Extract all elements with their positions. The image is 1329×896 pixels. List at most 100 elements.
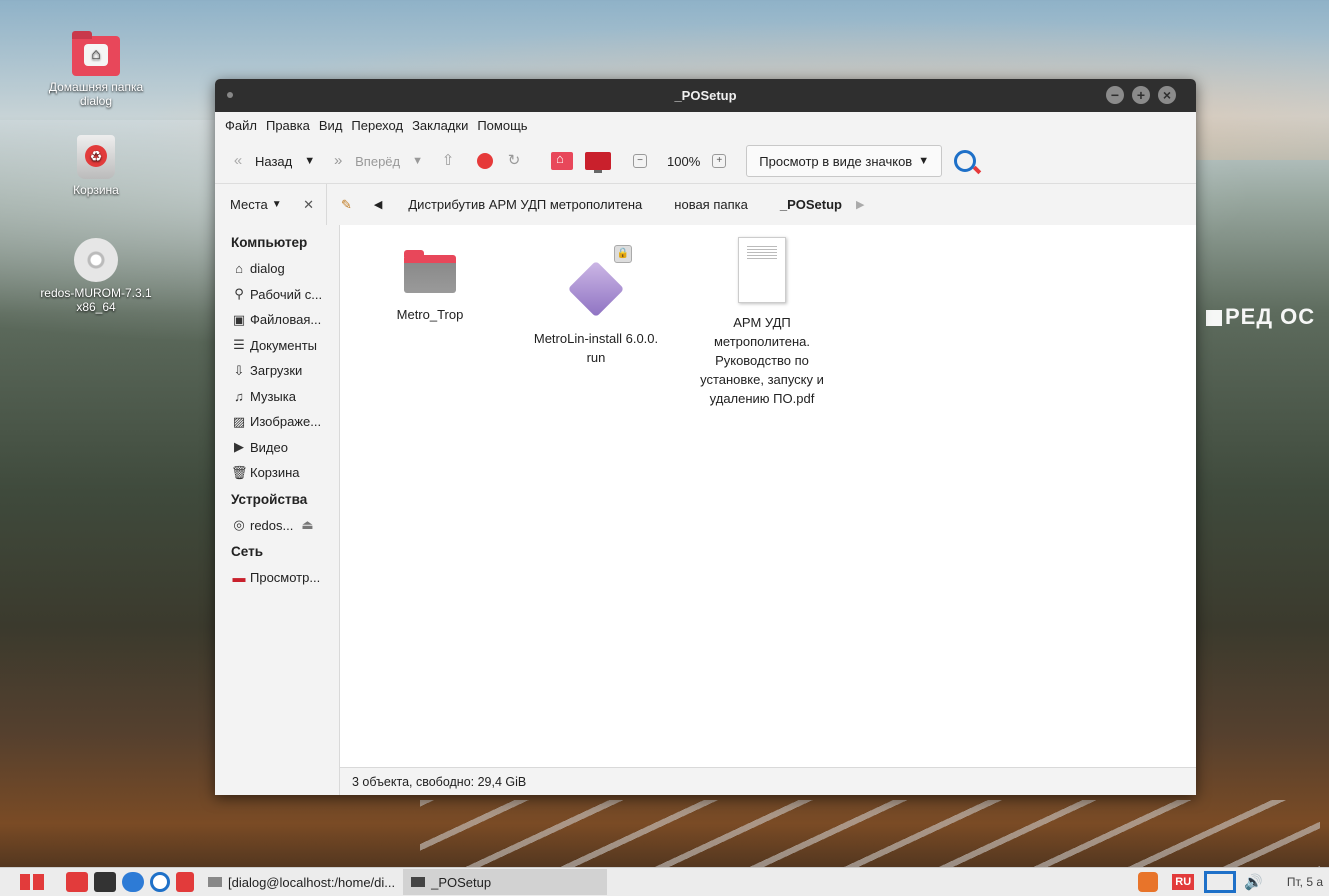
task-label: [dialog@localhost:/home/di...	[228, 874, 396, 890]
start-menu-icon[interactable]	[20, 874, 44, 890]
file-label: АРМ УДП	[733, 315, 791, 330]
desktop-icon-label: dialog	[79, 94, 113, 108]
up-arrow-icon: ⇧	[441, 152, 455, 169]
close-sidebar-icon[interactable]: ✕	[303, 197, 314, 213]
menu-go[interactable]: Переход	[351, 118, 403, 133]
search-launcher-icon[interactable]	[150, 872, 170, 892]
trash-icon: 🗑	[231, 464, 248, 480]
sidebar-item-label: Просмотр...	[250, 570, 321, 586]
desktop-trash[interactable]: ♻ Корзина	[31, 135, 161, 197]
sidebar-item-documents[interactable]: ☰ Документы	[215, 333, 339, 359]
browser-launcher-icon[interactable]	[122, 872, 144, 892]
forward-button[interactable]: » Вперёд	[329, 152, 400, 170]
sidebar-item-pictures[interactable]: ▨ Изображе...	[215, 409, 339, 435]
sidebar-item-filesystem[interactable]: ▣ Файловая...	[215, 307, 339, 333]
chevron-down-icon: ▼	[304, 155, 316, 167]
forward-history-dropdown[interactable]: ▼	[412, 155, 423, 167]
clock[interactable]: Пт, 5 а	[1281, 875, 1329, 889]
file-manager-window: _POSetup − + × Файл Правка Вид Переход З…	[215, 79, 1196, 795]
files-launcher-icon[interactable]	[66, 872, 88, 892]
file-label: run	[586, 350, 606, 365]
sidebar-item-label: Видео	[250, 439, 288, 455]
drive-icon: ▣	[232, 311, 246, 327]
music-icon: ♫	[234, 388, 244, 404]
up-button[interactable]: ⇧	[439, 152, 465, 170]
status-text: 3 объекта, свободно: 29,4 GiB	[352, 774, 527, 789]
window-titlebar[interactable]: _POSetup − + ×	[215, 79, 1196, 112]
view-mode-select[interactable]: Просмотр в виде значков ▼	[746, 145, 943, 177]
crumb-right-arrow-icon[interactable]: ▶	[856, 198, 864, 211]
sidebar-item-label: Музыка	[250, 388, 296, 404]
places-selector[interactable]: Места ▼ ✕	[215, 184, 327, 225]
network-icon: ▬	[232, 570, 246, 586]
sidebar-item-videos[interactable]: ▶ Видео	[215, 435, 339, 461]
crumb-left-arrow-icon[interactable]: ◀	[374, 198, 382, 211]
zoom-out-button[interactable]: −	[633, 154, 655, 168]
file-view[interactable]: Metro_Trop 🔒 MetroLin-install 6.0.0. run…	[340, 225, 1196, 795]
desktop-disc[interactable]: redos-MUROM-7.3.1 x86_64	[31, 238, 161, 314]
search-icon[interactable]	[954, 150, 977, 172]
file-item-package[interactable]: 🔒 MetroLin-install 6.0.0. run	[526, 245, 666, 367]
menu-file[interactable]: Файл	[225, 118, 257, 133]
back-history-dropdown[interactable]: ▼	[304, 155, 315, 167]
file-item-pdf[interactable]: АРМ УДП метрополитена. Руководство по ус…	[692, 237, 832, 408]
home-button[interactable]	[551, 151, 574, 170]
keyboard-layout[interactable]: RU	[1172, 874, 1195, 890]
sidebar-item-label: Корзина	[250, 465, 300, 481]
task-terminal[interactable]: [dialog@localhost:/home/di...	[200, 869, 403, 895]
menu-edit[interactable]: Правка	[266, 118, 310, 133]
zoom-in-button[interactable]: +	[712, 154, 734, 168]
menu-help[interactable]: Помощь	[477, 118, 527, 133]
sidebar-item-trash[interactable]: 🗑 Корзина	[215, 460, 339, 486]
file-label: установке, запуску и	[700, 372, 824, 387]
sidebar-item-network[interactable]: ▬ Просмотр...	[215, 565, 339, 591]
chevron-down-icon: ▼	[412, 155, 424, 167]
eject-icon[interactable]: ⏏	[301, 517, 313, 533]
updates-icon[interactable]	[1138, 872, 1159, 892]
app-launcher-icon[interactable]	[176, 872, 194, 892]
menu-bookmarks[interactable]: Закладки	[412, 118, 468, 133]
view-mode-label: Просмотр в виде значков	[759, 153, 913, 169]
sidebar-item-downloads[interactable]: ⇩ Загрузки	[215, 358, 339, 384]
edit-location-icon[interactable]: ✎	[341, 197, 352, 213]
breadcrumb-item[interactable]: новая папка	[674, 197, 748, 212]
volume-icon[interactable]: 🔊	[1244, 873, 1263, 891]
sidebar-section-network: Сеть	[231, 544, 263, 559]
menu-view[interactable]: Вид	[319, 118, 343, 133]
maximize-button[interactable]: +	[1132, 86, 1150, 104]
video-icon: ▶	[234, 439, 244, 455]
sidebar-item-label: dialog	[250, 261, 285, 277]
breadcrumb-current[interactable]: _POSetup	[780, 197, 842, 212]
status-bar: 3 объекта, свободно: 29,4 GiB	[340, 767, 1196, 795]
file-label: MetroLin-install 6.0.0.	[533, 331, 659, 346]
close-button[interactable]: ×	[1158, 86, 1176, 104]
sidebar-item-desktop[interactable]: ⚲ Рабочий с...	[215, 282, 339, 308]
minimize-button[interactable]: −	[1106, 86, 1124, 104]
forward-label: Вперёд	[355, 153, 401, 169]
stop-button[interactable]	[477, 153, 494, 169]
network-monitor-icon[interactable]	[1204, 871, 1237, 893]
file-label: Metro_Trop	[396, 307, 464, 322]
desktop-home-folder[interactable]: ⌂ Домашняя папка dialog	[31, 31, 161, 108]
disc-icon	[74, 238, 118, 282]
sidebar-section-devices: Устройства	[231, 491, 308, 507]
back-button[interactable]: « Назад	[229, 152, 292, 170]
sidebar-item-disc[interactable]: ◎ redos... ⏏	[215, 513, 339, 539]
desktop-icon-label: Корзина	[73, 183, 119, 197]
sidebar-item-home[interactable]: ⌂ dialog	[215, 256, 339, 282]
places-label: Места	[230, 197, 268, 212]
breadcrumb-item[interactable]: Дистрибутив АРМ УДП метрополитена	[408, 197, 642, 212]
window-icon	[208, 877, 222, 887]
sidebar-item-label: Документы	[250, 337, 318, 353]
trash-icon: ♻	[77, 135, 115, 179]
image-icon: ▨	[232, 413, 246, 429]
terminal-launcher-icon[interactable]	[94, 872, 116, 892]
pdf-document-icon	[738, 237, 786, 303]
document-icon: ☰	[233, 337, 245, 353]
file-item-folder[interactable]: Metro_Trop	[360, 250, 500, 324]
computer-button[interactable]	[585, 152, 612, 173]
reload-button[interactable]: ↻	[505, 152, 531, 170]
sidebar-item-music[interactable]: ♫ Музыка	[215, 384, 339, 410]
task-posetup[interactable]: _POSetup	[403, 869, 608, 895]
wallpaper-logo: РЕД ОС	[1206, 304, 1315, 330]
